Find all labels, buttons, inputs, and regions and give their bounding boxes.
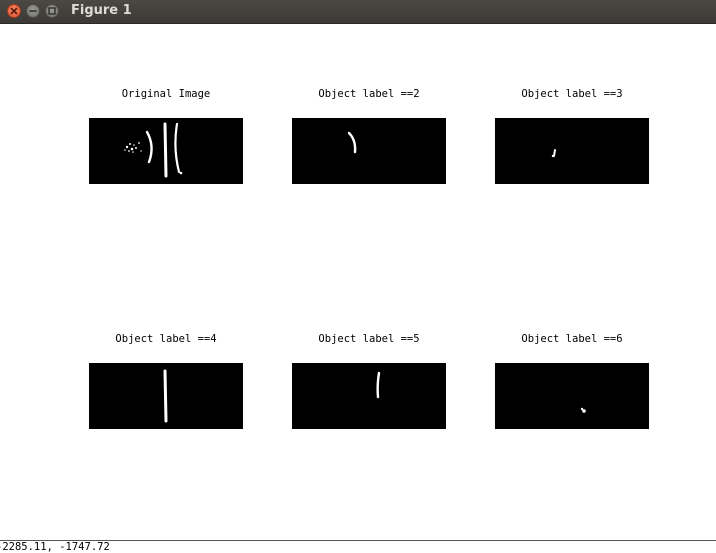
cursor-coordinates: -2285.11, -1747.72 [0,541,110,553]
original-image-content [124,122,183,178]
maximize-button[interactable] [45,4,59,18]
panel-title-label-4: Object label ==4 [115,333,217,345]
figure-window: Figure 1 Original Image Object label ==2… [0,0,716,553]
title-bar[interactable]: Figure 1 [0,0,716,24]
panel-title-label-6: Object label ==6 [521,333,623,345]
object-3-content [551,149,556,158]
figure-canvas[interactable]: Original Image Object label ==2 Object l… [0,24,716,540]
status-bar: -2285.11, -1747.72 [0,540,716,553]
panel-title-label-3: Object label ==3 [521,88,623,100]
panel-title-label-5: Object label ==5 [318,333,420,345]
close-button[interactable] [7,4,21,18]
object-6-content [580,407,586,413]
minimize-button[interactable] [26,4,40,18]
window-title: Figure 1 [71,3,132,18]
close-icon [10,7,18,15]
panel-object-label-5 [292,363,446,429]
object-2-content [347,131,357,154]
minimize-icon [29,10,37,12]
panel-object-label-3 [495,118,649,184]
panel-object-label-4 [89,363,243,429]
object-5-content [376,371,381,399]
panel-object-label-6 [495,363,649,429]
panel-title-original: Original Image [121,88,211,100]
panel-title-label-2: Object label ==2 [318,88,420,100]
panel-object-label-2 [292,118,446,184]
panel-original-image [89,118,243,184]
maximize-icon [48,7,56,15]
object-4-content [163,369,168,423]
